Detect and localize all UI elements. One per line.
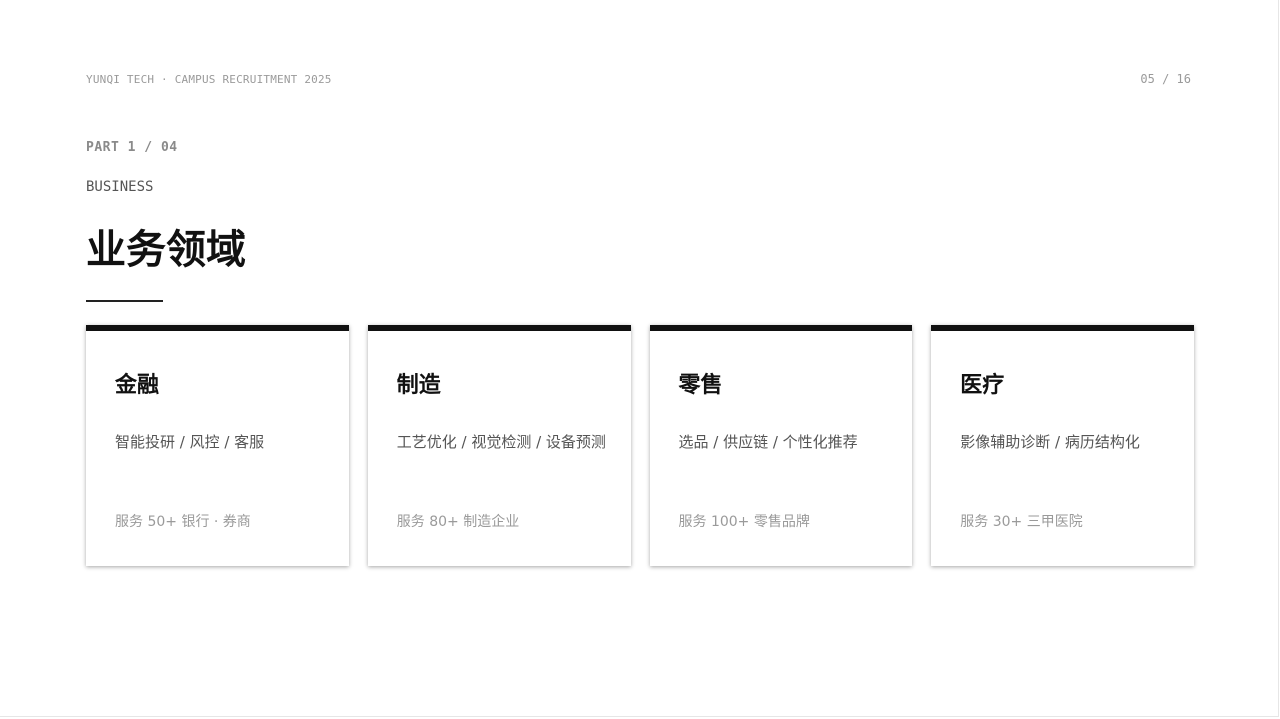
card-stat: 服务 100+ 零售品牌 xyxy=(678,514,810,530)
slide-frame: YUNQI TECH · CAMPUS RECRUITMENT 2025 05 … xyxy=(0,0,1279,717)
title-underline xyxy=(86,300,163,302)
business-card-finance: 金融 智能投研 / 风控 / 客服 服务 50+ 银行 · 券商 xyxy=(86,325,349,566)
business-cards: 金融 智能投研 / 风控 / 客服 服务 50+ 银行 · 券商 制造 工艺优化… xyxy=(86,325,1194,566)
card-description: 选品 / 供应链 / 个性化推荐 xyxy=(678,433,858,451)
card-title: 医疗 xyxy=(960,373,1005,398)
section-eyebrow: BUSINESS xyxy=(86,179,154,195)
business-card-retail: 零售 选品 / 供应链 / 个性化推荐 服务 100+ 零售品牌 xyxy=(649,325,913,566)
brand-label: YUNQI TECH · CAMPUS RECRUITMENT 2025 xyxy=(86,73,332,86)
business-card-manufacturing: 制造 工艺优化 / 视觉检测 / 设备预测 服务 80+ 制造企业 xyxy=(367,325,631,566)
page-title: 业务领域 xyxy=(86,227,246,273)
business-card-healthcare: 医疗 影像辅助诊断 / 病历结构化 服务 30+ 三甲医院 xyxy=(931,325,1194,566)
card-description: 工艺优化 / 视觉检测 / 设备预测 xyxy=(396,433,606,451)
page-indicator: 05 / 16 xyxy=(1140,72,1191,86)
card-stat: 服务 30+ 三甲医院 xyxy=(960,514,1083,530)
card-stat: 服务 50+ 银行 · 券商 xyxy=(115,514,251,530)
card-stat: 服务 80+ 制造企业 xyxy=(396,514,520,530)
card-title: 制造 xyxy=(396,373,441,398)
card-title: 零售 xyxy=(678,373,723,398)
card-title: 金融 xyxy=(115,373,160,398)
card-description: 影像辅助诊断 / 病历结构化 xyxy=(960,433,1140,451)
section-part-label: PART 1 / 04 xyxy=(86,140,178,155)
card-description: 智能投研 / 风控 / 客服 xyxy=(115,433,265,451)
